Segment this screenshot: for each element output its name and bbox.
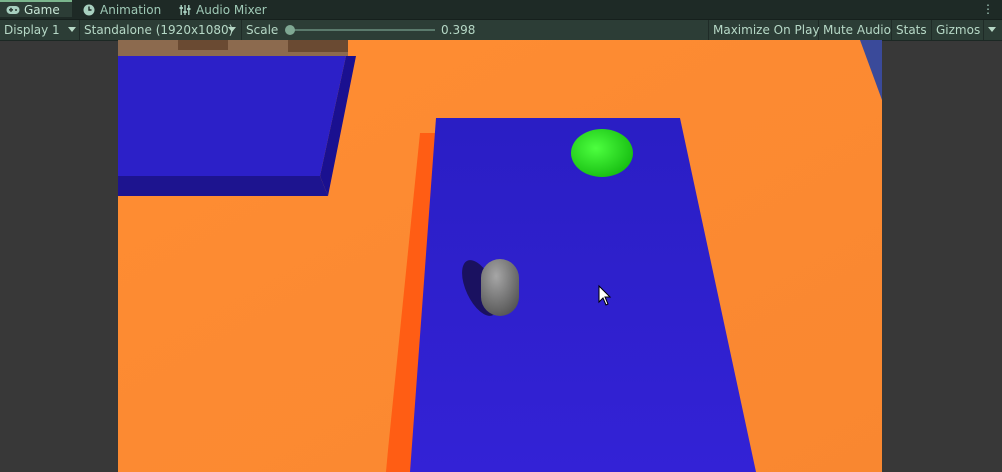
gizmos-label: Gizmos (936, 23, 981, 37)
mixer-sliders-icon (178, 3, 192, 17)
goal-disc (571, 129, 633, 177)
mute-audio-label: Mute Audio (823, 23, 891, 37)
maximize-on-play-label: Maximize On Play (713, 23, 820, 37)
chevron-down-icon (228, 27, 236, 32)
gizmos-toggle[interactable]: Gizmos (932, 20, 984, 40)
back-block-dark-edge (178, 40, 228, 50)
tab-animation[interactable]: Animation (82, 0, 161, 19)
resolution-dropdown[interactable]: Standalone (1920x1080) (80, 20, 242, 40)
editor-tab-bar: Game Animation Audio Mixer ⋮ (0, 0, 1002, 20)
tab-label: Game (24, 2, 60, 17)
back-block-front (118, 176, 328, 196)
back-block-top (118, 56, 346, 176)
tab-audio-mixer[interactable]: Audio Mixer (178, 0, 267, 19)
scale-value: 0.398 (441, 23, 476, 37)
gizmos-dropdown[interactable] (984, 20, 1002, 40)
stats-toggle[interactable]: Stats (892, 20, 932, 40)
game-view-toolbar: Display 1 Standalone (1920x1080) Scale M… (0, 20, 1002, 41)
more-options-icon[interactable]: ⋮ (982, 2, 994, 17)
chevron-down-icon (988, 27, 996, 32)
display-dropdown[interactable]: Display 1 (0, 20, 80, 40)
scale-slider-handle[interactable] (285, 25, 295, 35)
scale-label-text: Scale (246, 23, 279, 37)
resolution-dropdown-label: Standalone (1920x1080) (84, 23, 234, 37)
tab-game[interactable]: Game (0, 0, 72, 17)
display-dropdown-label: Display 1 (4, 23, 60, 37)
maximize-on-play-toggle[interactable]: Maximize On Play (708, 20, 820, 40)
gamepad-icon (6, 3, 20, 17)
scale-slider-track[interactable] (290, 29, 435, 31)
chevron-down-icon (68, 27, 76, 32)
tab-label: Audio Mixer (196, 2, 267, 17)
tab-label: Animation (100, 2, 162, 17)
player-capsule (481, 259, 519, 316)
mute-audio-toggle[interactable]: Mute Audio (819, 20, 892, 40)
game-viewport[interactable] (118, 40, 882, 472)
stats-label: Stats (896, 23, 927, 37)
scale-label: Scale (242, 20, 282, 40)
back-block-dark-edge-2 (288, 40, 348, 52)
animation-clock-icon (82, 3, 96, 17)
